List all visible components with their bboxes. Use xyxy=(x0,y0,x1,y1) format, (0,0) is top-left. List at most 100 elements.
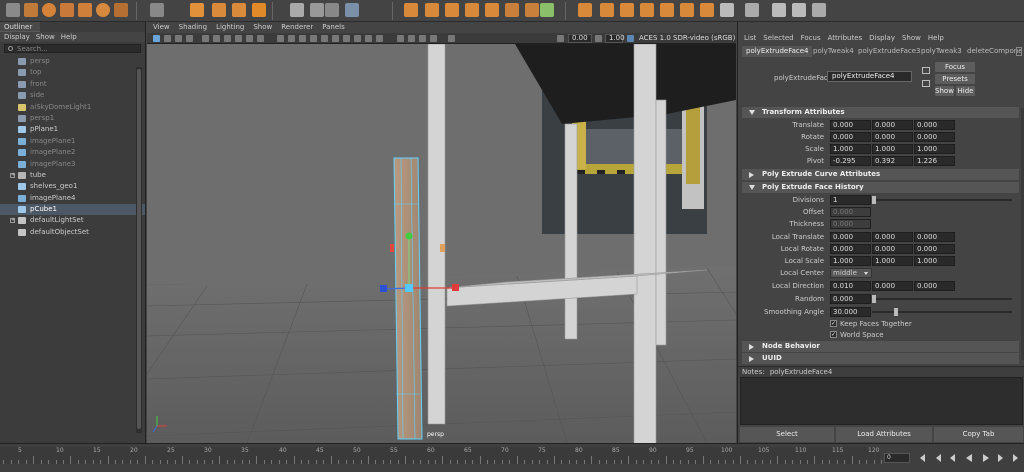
color-space-label[interactable]: ACES 1.0 SDR-video (sRGB) xyxy=(639,34,735,43)
step-back-frame-icon[interactable] xyxy=(950,454,955,462)
local-translate-y-field[interactable]: 0.000 xyxy=(872,232,913,242)
go-to-end-icon[interactable] xyxy=(1013,454,1018,462)
gamma-icon[interactable] xyxy=(448,35,455,42)
color-management-icon[interactable] xyxy=(627,35,634,42)
shadows-icon[interactable] xyxy=(332,35,339,42)
local-direction-x-field[interactable]: 0.010 xyxy=(830,281,871,291)
pivot-y-field[interactable]: 0.392 xyxy=(872,156,913,166)
smoothing-angle-field[interactable]: 30.000 xyxy=(830,307,871,317)
random-field[interactable]: 0.000 xyxy=(830,294,871,304)
shelf-icon-boolean[interactable] xyxy=(578,3,592,17)
wireframe-icon[interactable] xyxy=(277,35,284,42)
ae-menu-focus[interactable]: Focus xyxy=(801,33,821,44)
shelf-icon-fill-hole[interactable] xyxy=(485,3,499,17)
exposure-icon[interactable] xyxy=(557,35,564,42)
random-slider[interactable] xyxy=(872,298,1012,300)
rotate-y-field[interactable]: 0.000 xyxy=(872,132,913,142)
xray-components-icon[interactable] xyxy=(430,35,437,42)
ae-menu-help[interactable]: Help xyxy=(928,33,944,44)
outliner-item-skydome[interactable]: aiSkyDomeLight1 xyxy=(0,102,145,113)
outliner-item-imageplane4[interactable]: imagePlane4 xyxy=(0,193,145,204)
local-translate-x-field[interactable]: 0.000 xyxy=(830,232,871,242)
smoothing-angle-slider[interactable] xyxy=(872,311,1012,313)
tab-polyextrudeface3[interactable]: polyExtrudeFace3 xyxy=(854,46,924,57)
local-scale-y-field[interactable]: 1.000 xyxy=(872,256,913,266)
shelf-icon-measure[interactable] xyxy=(290,3,304,17)
poly-extrude-curve-section[interactable]: Poly Extrude Curve Attributes xyxy=(742,169,1019,180)
shelf-icon-sphere[interactable] xyxy=(42,3,56,17)
tab-deletecomponent[interactable]: deleteCompone xyxy=(963,46,1024,57)
shelf-icon-text[interactable] xyxy=(232,3,246,17)
shelf-icon-quadrangulate[interactable] xyxy=(700,3,714,17)
ae-menu-attributes[interactable]: Attributes xyxy=(828,33,863,44)
shelf-icon-append[interactable] xyxy=(465,3,479,17)
uuid-section[interactable]: UUID xyxy=(742,353,1019,364)
motion-blur-icon[interactable] xyxy=(354,35,361,42)
scale-z-field[interactable]: 1.000 xyxy=(914,144,955,154)
outliner-search-input[interactable]: Search... xyxy=(4,44,141,53)
outliner-item-imageplane2[interactable]: imagePlane2 xyxy=(0,147,145,158)
gamma-field[interactable]: 1.00 xyxy=(605,34,625,43)
shelf-icon-multicut[interactable] xyxy=(792,3,806,17)
show-button[interactable]: Show xyxy=(935,86,954,96)
film-gate-icon[interactable] xyxy=(213,35,220,42)
thickness-field[interactable]: 0.000 xyxy=(830,219,871,229)
shelf-icon-cone[interactable] xyxy=(78,3,92,17)
translate-x-field[interactable]: 0.000 xyxy=(830,120,871,130)
outliner-menu-help[interactable]: Help xyxy=(61,32,77,42)
viewport-menu-shading[interactable]: Shading xyxy=(179,22,207,33)
smooth-shade-icon[interactable] xyxy=(288,35,295,42)
divisions-slider-handle[interactable] xyxy=(872,196,876,204)
rotate-z-field[interactable]: 0.000 xyxy=(914,132,955,142)
outliner-item-pcube1[interactable]: pCube1 xyxy=(0,204,145,216)
rotate-x-field[interactable]: 0.000 xyxy=(830,132,871,142)
local-scale-x-field[interactable]: 1.000 xyxy=(830,256,871,266)
shelf-icon-bevel[interactable] xyxy=(425,3,439,17)
shelf-icon-smooth[interactable] xyxy=(600,3,614,17)
tab-polyextrudeface4[interactable]: polyExtrudeFace4 xyxy=(742,46,813,57)
ae-menu-show[interactable]: Show xyxy=(902,33,921,44)
shelf-icon-target-weld[interactable] xyxy=(812,3,826,17)
shelf-icon-uv[interactable] xyxy=(540,3,554,17)
shelf-icon-extrude[interactable] xyxy=(404,3,418,17)
ao-icon[interactable] xyxy=(343,35,350,42)
shelf-icon-soft[interactable] xyxy=(745,3,759,17)
outliner-scrollbar[interactable] xyxy=(136,67,142,433)
field-chart-icon[interactable] xyxy=(246,35,253,42)
shelf-icon-sweep[interactable] xyxy=(212,3,226,17)
outliner-item-shelves-geo1[interactable]: shelves_geo1 xyxy=(0,181,145,192)
node-name-field[interactable]: polyExtrudeFace4 xyxy=(827,71,912,82)
random-slider-handle[interactable] xyxy=(872,295,876,303)
select-button[interactable]: Select xyxy=(740,427,834,442)
shelf-icon-sculpt[interactable] xyxy=(720,3,734,17)
outliner-item-imageplane3[interactable]: imagePlane3 xyxy=(0,159,145,170)
node-toggle-icon[interactable] xyxy=(922,67,930,74)
ae-menu-selected[interactable]: Selected xyxy=(763,33,793,44)
presets-button[interactable]: Presets xyxy=(935,74,975,84)
resolution-gate-icon[interactable] xyxy=(224,35,231,42)
expand-icon[interactable]: + xyxy=(10,218,15,224)
camera-attributes-icon[interactable] xyxy=(164,35,171,42)
safe-action-icon[interactable] xyxy=(257,35,264,42)
ae-menu-list[interactable]: List xyxy=(744,33,756,44)
bookmark-icon[interactable] xyxy=(175,35,182,42)
shelf-icon-bridge[interactable] xyxy=(445,3,459,17)
hide-button[interactable]: Hide xyxy=(956,86,975,96)
shelf-icon-curve[interactable] xyxy=(6,3,20,17)
current-frame-field[interactable]: 0 xyxy=(884,453,910,463)
shelf-icon-combine[interactable] xyxy=(505,3,519,17)
shelf-icon-triangulate[interactable] xyxy=(680,3,694,17)
expand-icon[interactable]: + xyxy=(10,172,15,178)
shelf-icon-separate[interactable] xyxy=(525,3,539,17)
node-behavior-section[interactable]: Node Behavior xyxy=(742,341,1019,352)
local-center-dropdown[interactable]: middle xyxy=(830,268,872,278)
outliner-item-imageplane1[interactable]: imagePlane1 xyxy=(0,136,145,147)
shelf-icon-coords[interactable] xyxy=(345,3,359,17)
scale-y-field[interactable]: 1.000 xyxy=(872,144,913,154)
shelf-icon-cube[interactable] xyxy=(24,3,38,17)
translate-z-field[interactable]: 0.000 xyxy=(914,120,955,130)
divisions-field[interactable]: 1 xyxy=(830,195,871,205)
time-ruler[interactable]: 5 10 15 20 25 30 35 40 45 50 55 60 65 70… xyxy=(0,447,883,464)
offset-field[interactable]: 0.000 xyxy=(830,207,871,217)
exposure-field[interactable]: 0.00 xyxy=(568,34,592,43)
